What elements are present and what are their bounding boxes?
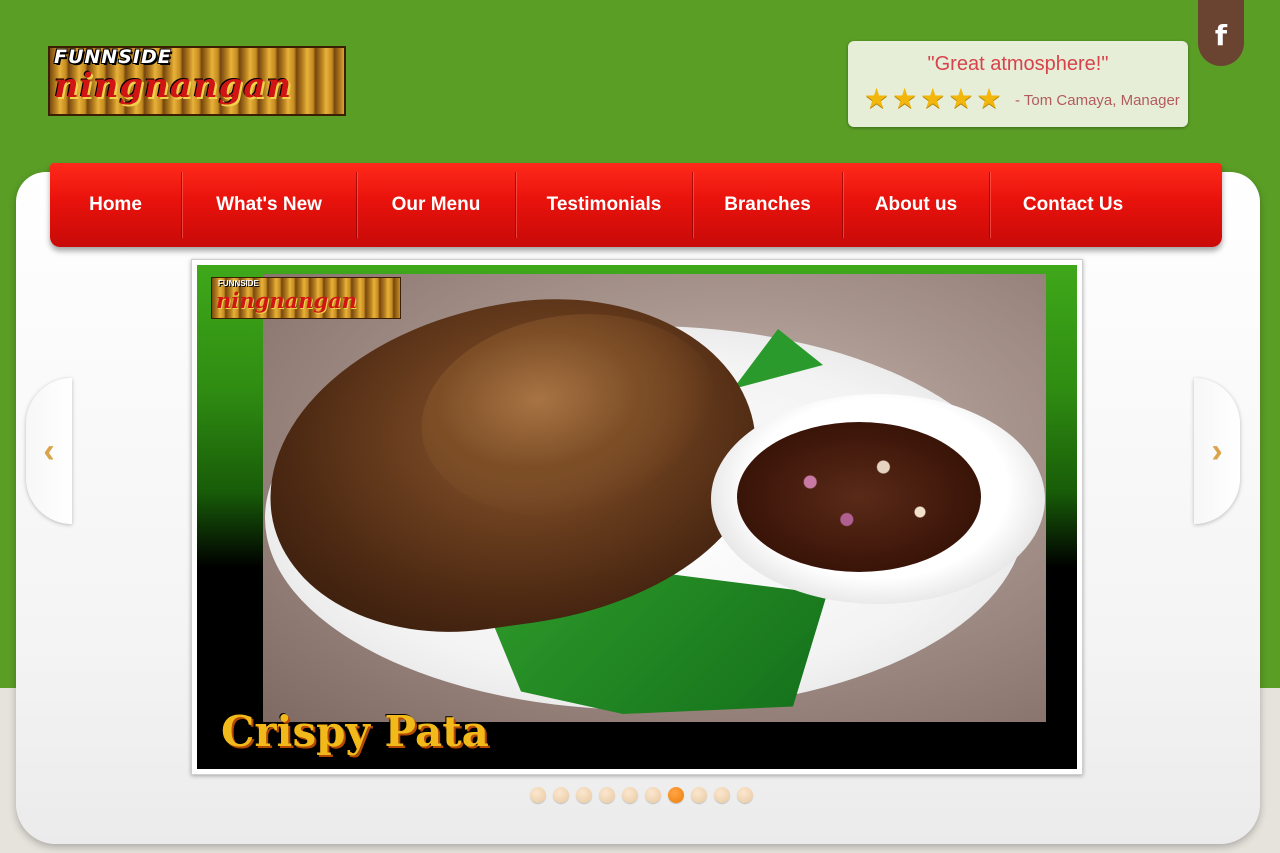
star-icon: ★ — [976, 83, 1002, 114]
rating-stars: ★ ★ ★ ★ ★ — [864, 85, 1002, 113]
slide-caption: Crispy Pata — [221, 707, 489, 756]
pagination-dot[interactable] — [576, 787, 592, 803]
dipping-sauce — [737, 422, 981, 572]
pork-crust — [408, 295, 734, 536]
star-icon: ★ — [864, 83, 890, 114]
pagination-dot[interactable] — [599, 787, 615, 803]
chevron-right-icon: › — [1211, 431, 1223, 470]
slide-image[interactable]: FUNNSIDE ningnangan Crispy Pata — [197, 265, 1077, 769]
slideshow-next-button[interactable]: › — [1194, 378, 1240, 524]
nav-item-whats-new[interactable]: What's New — [182, 172, 357, 238]
pagination-dot[interactable] — [645, 787, 661, 803]
watermark-top-word: FUNNSIDE — [218, 279, 259, 288]
pagination-dot[interactable] — [530, 787, 546, 803]
testimonial-author: - Tom Camaya, Manager — [1015, 92, 1180, 109]
pagination-dot[interactable] — [691, 787, 707, 803]
dipping-sauce-bowl — [711, 394, 1045, 604]
site-logo[interactable]: FUNNSIDE ningnangan — [48, 44, 346, 118]
nav-item-contact-us[interactable]: Contact Us — [990, 172, 1156, 238]
logo-top-word: FUNNSIDE — [54, 46, 172, 68]
testimonial-box: "Great atmosphere!" ★ ★ ★ ★ ★ - Tom Cama… — [848, 41, 1188, 127]
facebook-icon[interactable]: f — [1198, 0, 1244, 66]
nav-item-testimonials[interactable]: Testimonials — [516, 172, 693, 238]
nav-item-about-us[interactable]: About us — [843, 172, 990, 238]
logo-main-word: ningnangan — [54, 66, 293, 106]
slideshow-pagination — [530, 787, 753, 803]
pagination-dot[interactable] — [714, 787, 730, 803]
slideshow-prev-button[interactable]: ‹ — [26, 378, 72, 524]
slide-watermark-logo: FUNNSIDE ningnangan — [211, 277, 401, 319]
watermark-main-word: ningnangan — [216, 288, 357, 313]
pagination-dot[interactable] — [737, 787, 753, 803]
food-photo — [247, 271, 1046, 722]
pagination-dot[interactable] — [553, 787, 569, 803]
main-navigation: Home What's New Our Menu Testimonials Br… — [50, 163, 1222, 247]
pagination-dot[interactable] — [622, 787, 638, 803]
chevron-left-icon: ‹ — [43, 431, 55, 470]
pagination-dot-active[interactable] — [668, 787, 684, 803]
star-icon: ★ — [948, 83, 974, 114]
star-icon: ★ — [920, 83, 946, 114]
testimonial-quote: "Great atmosphere!" — [927, 53, 1109, 75]
star-icon: ★ — [892, 83, 918, 114]
slideshow-frame: FUNNSIDE ningnangan Crispy Pata — [191, 259, 1083, 775]
nav-item-branches[interactable]: Branches — [693, 172, 843, 238]
nav-item-our-menu[interactable]: Our Menu — [357, 172, 516, 238]
nav-item-home[interactable]: Home — [50, 172, 182, 238]
